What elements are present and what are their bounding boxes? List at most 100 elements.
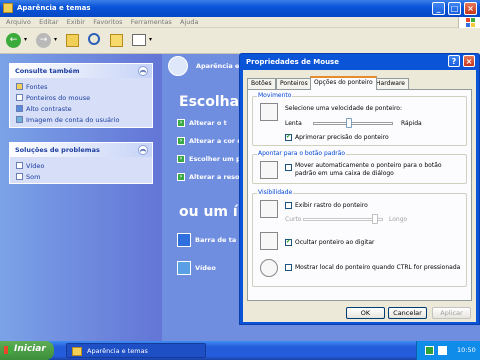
sidebar-item-ponteiros[interactable]: Ponteiros do mouse — [10, 92, 152, 103]
task-link-3[interactable]: › Escolher um pr — [177, 153, 244, 164]
tab-ponteiros[interactable]: Ponteiros — [276, 78, 312, 89]
troubleshoot-header[interactable]: Soluções de problemas ︽ — [10, 143, 152, 157]
collapse-icon[interactable]: ︽ — [138, 145, 148, 155]
trails-checkbox[interactable] — [285, 202, 292, 209]
mouse-properties-dialog: Propriedades de Mouse ? × Botões Ponteir… — [239, 53, 480, 325]
folder-icon — [3, 3, 13, 13]
motion-group: Movimento Selecione uma velocidade de po… — [252, 92, 467, 146]
category-header: Aparência e t — [196, 62, 245, 70]
up-folder-icon[interactable] — [66, 34, 79, 47]
tray-volume-icon[interactable] — [438, 346, 447, 355]
window-title: Aparência e temas — [17, 4, 91, 12]
help-button[interactable]: ? — [448, 55, 460, 67]
menu-ajuda[interactable]: Ajuda — [180, 18, 198, 26]
folder-icon — [72, 347, 82, 356]
sidebar: Consulte também ︽ Fontes Ponteiros do mou… — [0, 54, 162, 341]
trails-label[interactable]: Exibir rastro do ponteiro — [295, 202, 368, 209]
sidebar-item-fontes[interactable]: Fontes — [10, 81, 152, 92]
dialog-body: Botões Ponteiros Opções do ponteiro Hard… — [243, 70, 476, 322]
toolbar: ← ▾ → ▾ ▾ — [0, 28, 480, 54]
see-also-header[interactable]: Consulte também ︽ — [10, 64, 152, 78]
tab-opcoes-ponteiro[interactable]: Opções do ponteiro — [310, 76, 377, 90]
sidebar-item-video[interactable]: Vídeo — [10, 160, 152, 171]
tab-page: Movimento Selecione uma velocidade de po… — [247, 89, 472, 301]
locate-pointer-icon — [260, 259, 278, 277]
snap-legend: Apontar para o botão padrão — [257, 150, 347, 157]
short-label: Curto — [285, 216, 302, 223]
cancel-button[interactable]: Cancelar — [388, 307, 427, 319]
close-button[interactable]: × — [464, 2, 477, 15]
see-also-panel: Consulte também ︽ Fontes Ponteiros do mou… — [9, 63, 153, 128]
ctrl-checkbox[interactable] — [285, 264, 292, 271]
sidebar-item-imagem-conta[interactable]: Imagem de conta do usuário — [10, 114, 152, 125]
maximize-button[interactable]: □ — [448, 2, 461, 15]
back-button[interactable]: ← — [6, 33, 21, 48]
speed-slider-thumb[interactable] — [346, 118, 352, 128]
windows-logo-icon — [458, 17, 480, 28]
minimize-button[interactable]: _ — [432, 2, 445, 15]
trails-icon — [260, 200, 278, 218]
window-titlebar[interactable]: Aparência e temas _ □ × — [0, 0, 480, 17]
long-label: Longo — [389, 216, 408, 223]
mouse-icon — [16, 94, 23, 101]
precision-label[interactable]: Aprimorar precisão do ponteiro — [295, 134, 389, 141]
taskbar-window-button[interactable]: Aparência e temas — [66, 343, 206, 358]
folders-icon[interactable] — [110, 34, 123, 47]
dialog-close-button[interactable]: × — [463, 55, 475, 67]
snap-checkbox[interactable] — [285, 164, 292, 171]
task-link-2[interactable]: › Alterar a cor d — [177, 135, 242, 146]
menu-exibir[interactable]: Exibir — [67, 18, 85, 26]
help-icon — [16, 162, 23, 169]
search-icon[interactable] — [88, 33, 100, 45]
taskbar-icon — [177, 232, 191, 247]
trails-slider-thumb[interactable] — [372, 214, 378, 224]
forward-dropdown-icon[interactable]: ▾ — [54, 36, 57, 43]
speed-slider-track[interactable] — [313, 122, 393, 125]
pick-task-heading: Escolha — [179, 94, 240, 110]
views-dropdown-icon[interactable]: ▾ — [149, 36, 152, 43]
arrow-icon: › — [177, 172, 185, 181]
arrow-icon: › — [177, 136, 185, 145]
menu-ferramentas[interactable]: Ferramentas — [131, 18, 172, 26]
hide-pointer-icon — [260, 232, 278, 250]
windows-logo-icon — [4, 346, 12, 354]
precision-checkbox[interactable] — [285, 133, 292, 141]
hide-checkbox[interactable] — [285, 238, 292, 246]
help-icon — [16, 173, 23, 180]
sidebar-item-contraste[interactable]: Alto contraste — [10, 103, 152, 114]
ctrl-label[interactable]: Mostrar local do ponteiro quando CTRL fo… — [295, 264, 460, 271]
collapse-icon[interactable]: ︽ — [138, 66, 148, 76]
system-tray: 10:50 — [416, 341, 480, 360]
taskbar-icon-link[interactable]: Barra de ta — [177, 232, 236, 247]
sidebar-item-som[interactable]: Som — [10, 171, 152, 182]
clock: 10:50 — [457, 346, 476, 354]
task-link-4[interactable]: › Alterar a resol — [177, 171, 242, 182]
tab-botoes[interactable]: Botões — [247, 78, 276, 89]
snap-icon — [260, 161, 278, 179]
menu-editar[interactable]: Editar — [39, 18, 58, 26]
task-link-1[interactable]: › Alterar o t — [177, 117, 227, 128]
snap-group: Apontar para o botão padrão Mover automa… — [252, 150, 467, 184]
snap-label[interactable]: Mover automaticamente o ponteiro para o … — [295, 162, 460, 178]
ok-button[interactable]: OK — [346, 307, 385, 319]
start-button[interactable]: Iniciar — [0, 341, 54, 360]
trails-slider-track[interactable] — [303, 218, 383, 221]
tab-hardware[interactable]: Hardware — [372, 78, 409, 89]
menu-arquivo[interactable]: Arquivo — [6, 18, 31, 26]
menu-favoritos[interactable]: Favoritos — [93, 18, 122, 26]
fonts-icon — [16, 83, 23, 90]
display-icon-link[interactable]: Vídeo — [177, 260, 216, 275]
slow-label: Lenta — [285, 120, 302, 127]
user-picture-icon — [16, 116, 23, 123]
tray-network-icon[interactable] — [425, 346, 434, 355]
views-icon[interactable] — [132, 34, 146, 46]
forward-button[interactable]: → — [36, 33, 51, 48]
dialog-titlebar[interactable]: Propriedades de Mouse ? × — [240, 54, 479, 70]
troubleshoot-panel: Soluções de problemas ︽ Vídeo Som — [9, 142, 153, 184]
motion-legend: Movimento — [257, 92, 293, 99]
contrast-icon — [16, 105, 23, 112]
visibility-group: Visibilidade Exibir rastro do ponteiro C… — [252, 189, 467, 287]
back-dropdown-icon[interactable]: ▾ — [24, 36, 27, 43]
apply-button[interactable]: Aplicar — [432, 307, 471, 319]
hide-label[interactable]: Ocultar ponteiro ao digitar — [295, 239, 375, 246]
